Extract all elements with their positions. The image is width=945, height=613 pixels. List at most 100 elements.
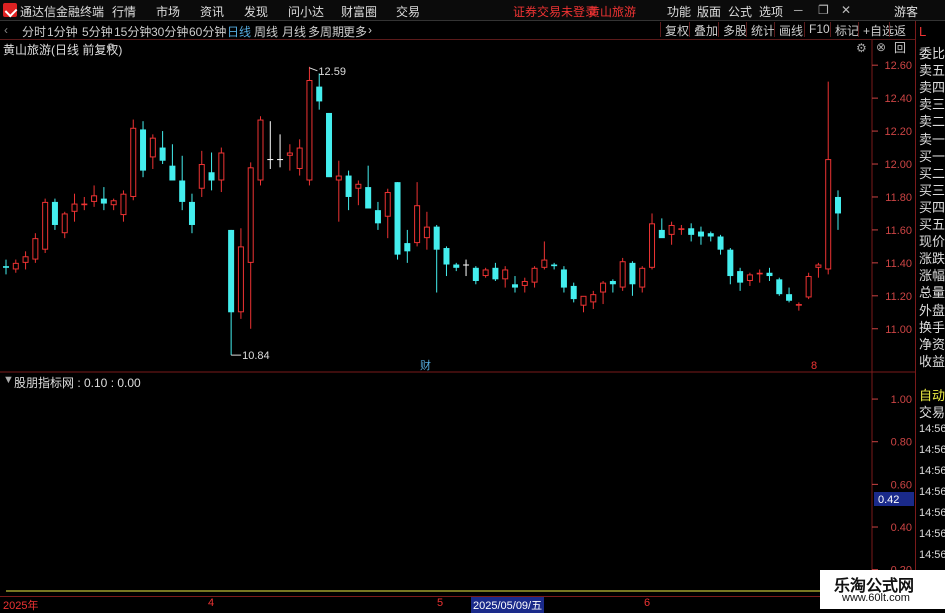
finance-marker[interactable]: 财 [420, 358, 431, 372]
candle[interactable] [502, 266, 509, 288]
menu-faxian[interactable]: 发现 [244, 3, 268, 20]
candle[interactable] [786, 287, 793, 303]
period-daily[interactable]: 日线 [227, 23, 251, 40]
candle[interactable] [776, 277, 783, 296]
candle[interactable] [42, 198, 49, 253]
candle[interactable] [335, 160, 342, 222]
menu-xuanxiang[interactable]: 选项 [759, 3, 783, 20]
candle[interactable] [355, 180, 362, 206]
period-60min[interactable]: 60分钟 [189, 23, 226, 40]
candle[interactable] [619, 257, 626, 291]
candle[interactable] [120, 190, 127, 222]
candle[interactable] [609, 279, 616, 293]
candle[interactable] [286, 144, 293, 171]
candle[interactable] [159, 131, 166, 165]
period-1min[interactable]: 1分钟 [47, 23, 78, 40]
restore-icon[interactable]: ❐ [818, 3, 829, 17]
candle[interactable] [688, 223, 695, 242]
candle[interactable] [257, 116, 264, 186]
menu-wenxiaoda[interactable]: 问小达 [288, 3, 324, 20]
candle[interactable] [472, 266, 479, 285]
menu-gongshi[interactable]: 公式 [728, 3, 752, 20]
candle[interactable] [746, 272, 753, 286]
candle[interactable] [51, 198, 58, 230]
candle[interactable] [707, 231, 714, 242]
candle[interactable] [649, 213, 656, 270]
candle[interactable] [717, 234, 724, 255]
period-fenshi[interactable]: 分时 [22, 23, 46, 40]
candle[interactable] [198, 150, 205, 197]
candle[interactable] [81, 196, 88, 211]
finance-marker-2[interactable]: 8 [811, 360, 817, 372]
sidebar-label[interactable]: L [919, 24, 926, 39]
candle[interactable] [463, 259, 470, 277]
candle[interactable] [345, 170, 352, 211]
candle[interactable] [384, 188, 391, 239]
candle[interactable] [247, 162, 254, 329]
candle[interactable] [443, 246, 450, 277]
candle[interactable] [541, 241, 548, 270]
candle[interactable] [766, 267, 773, 281]
period-multi[interactable]: 多周期 [308, 23, 344, 40]
candle[interactable] [453, 262, 460, 272]
period-30min[interactable]: 30分钟 [151, 23, 188, 40]
more-chevron-icon[interactable]: › [368, 23, 372, 37]
candle[interactable] [169, 144, 176, 181]
candle[interactable] [365, 165, 372, 209]
candle[interactable] [805, 272, 812, 300]
btn-back[interactable]: 返回 [889, 22, 915, 55]
candle[interactable] [521, 277, 528, 293]
menu-caifuquan[interactable]: 财富圈 [341, 3, 377, 20]
menu-hangqing[interactable]: 行情 [112, 3, 136, 20]
period-5min[interactable]: 5分钟 [82, 23, 113, 40]
btn-huaxian[interactable]: 画线 [774, 22, 807, 38]
candle[interactable] [179, 155, 186, 211]
menu-banmian[interactable]: 版面 [697, 3, 721, 20]
candle[interactable] [678, 224, 685, 235]
sidebar-trade-label[interactable]: 交易 [919, 402, 945, 421]
candle[interactable] [71, 193, 78, 222]
candle[interactable] [639, 266, 646, 293]
close-icon[interactable]: ✕ [841, 3, 851, 17]
candle[interactable] [228, 229, 235, 356]
candle[interactable] [374, 201, 381, 230]
candle[interactable] [580, 295, 587, 313]
candle[interactable] [316, 73, 323, 110]
candle[interactable] [404, 229, 411, 263]
menu-gongneng[interactable]: 功能 [667, 3, 691, 20]
candle[interactable] [12, 259, 19, 273]
menu-jiaoyi[interactable]: 交易 [396, 3, 420, 20]
toolbar-left-arrow-icon[interactable]: ‹ [4, 23, 8, 37]
candle[interactable] [130, 119, 137, 201]
candle[interactable] [61, 211, 68, 239]
menu-shichang[interactable]: 市场 [156, 3, 180, 20]
candle[interactable] [32, 233, 39, 263]
candle[interactable] [149, 134, 156, 169]
candle[interactable] [110, 198, 117, 211]
minimize-icon[interactable]: ─ [794, 3, 803, 17]
guest-label[interactable]: 游客 [894, 3, 918, 20]
period-15min[interactable]: 15分钟 [114, 23, 151, 40]
candle[interactable] [188, 193, 195, 234]
candle[interactable] [423, 211, 430, 250]
period-more[interactable]: 更多 [343, 23, 367, 40]
candle[interactable] [590, 290, 597, 309]
candle[interactable] [835, 190, 841, 230]
candle[interactable] [326, 112, 333, 178]
candle[interactable] [560, 266, 567, 293]
period-monthly[interactable]: 月线 [282, 23, 306, 40]
candle[interactable] [756, 269, 763, 283]
candle[interactable] [296, 139, 303, 176]
candle[interactable] [511, 276, 518, 293]
candle[interactable] [100, 187, 107, 211]
candle[interactable] [492, 262, 499, 281]
candle[interactable] [414, 182, 421, 247]
candle[interactable] [208, 152, 215, 191]
menu-zixun[interactable]: 资讯 [200, 3, 224, 20]
candle[interactable] [267, 121, 274, 169]
candle[interactable] [551, 262, 558, 270]
candle[interactable] [697, 226, 704, 245]
candle[interactable] [277, 134, 284, 168]
candle[interactable] [795, 302, 802, 311]
candle[interactable] [91, 185, 98, 207]
